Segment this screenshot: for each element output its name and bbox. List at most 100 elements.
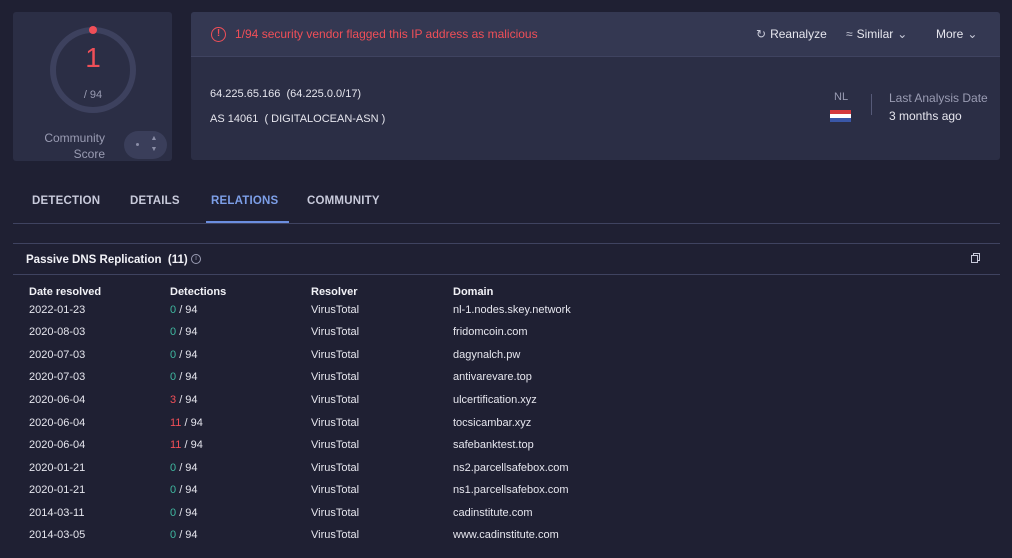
domain-link[interactable]: ns1.parcellsafebox.com xyxy=(453,484,569,496)
tab-relations[interactable]: RELATIONS xyxy=(211,195,278,207)
date-resolved-cell: 2020-06-04 xyxy=(29,439,86,451)
detections-cell: 0 / 94 xyxy=(170,507,198,519)
resolver-cell: VirusTotal xyxy=(311,529,360,541)
table-row[interactable]: 2020-01-21 0 / 94 VirusTotal ns2.parcellsaf… xyxy=(13,462,1000,484)
table-row[interactable]: 2020-06-04 11 / 94 VirusTotal tocsicambar.x… xyxy=(13,417,1000,439)
alert-text: 1/94 security vendor flagged this IP add… xyxy=(235,27,538,41)
score-card: 1 / 94 Community Score ▲ ▼ xyxy=(13,12,172,161)
active-tab-indicator xyxy=(206,221,289,223)
date-resolved-cell: 2020-06-04 xyxy=(29,417,86,429)
detections-cell: 0 / 94 xyxy=(170,304,198,316)
date-resolved-cell: 2014-03-11 xyxy=(29,507,85,519)
copy-icon[interactable] xyxy=(971,253,980,263)
vote-up-icon[interactable]: ▲ xyxy=(149,135,159,143)
community-score-label: Community Score xyxy=(44,131,105,161)
domain-link[interactable]: safebanktest.top xyxy=(453,439,534,451)
alert-banner: ! 1/94 security vendor flagged this IP a… xyxy=(191,12,1000,57)
detection-count: 0 xyxy=(170,507,177,519)
resolver-cell: VirusTotal xyxy=(311,394,360,406)
detection-total: / 94 xyxy=(184,417,203,429)
as-line: AS 14061 ( DIGITALOCEAN-ASN ) xyxy=(210,113,385,125)
table-row[interactable]: 2022-01-23 0 / 94 VirusTotal nl-1.nodes.ske… xyxy=(13,304,1000,326)
resolver-cell: VirusTotal xyxy=(311,462,360,474)
resolver-cell: VirusTotal xyxy=(311,417,360,429)
tab-details[interactable]: DETAILS xyxy=(130,195,180,207)
resolver-cell: VirusTotal xyxy=(311,304,360,316)
table-row[interactable]: 2020-07-03 0 / 94 VirusTotal dagynalch.pw xyxy=(13,349,1000,371)
community-vote-control[interactable]: ▲ ▼ xyxy=(124,131,167,159)
as-name[interactable]: ( DIGITALOCEAN-ASN ) xyxy=(264,113,385,125)
tab-bar: DETECTION DETAILS RELATIONS COMMUNITY xyxy=(13,186,1000,224)
detection-total: / 94 xyxy=(179,304,198,316)
column-header-domain: Domain xyxy=(453,286,494,298)
date-resolved-cell: 2020-06-04 xyxy=(29,394,86,406)
date-resolved-cell: 2020-07-03 xyxy=(29,371,86,383)
alert-circle-icon: ! xyxy=(211,27,226,42)
table-row[interactable]: 2020-07-03 0 / 94 VirusTotal antivarevare.t… xyxy=(13,371,1000,393)
domain-link[interactable]: www.cadinstitute.com xyxy=(453,529,559,541)
as-number[interactable]: AS 14061 xyxy=(210,113,258,125)
detection-total: / 94 xyxy=(83,89,103,101)
tab-detection[interactable]: DETECTION xyxy=(32,195,100,207)
domain-link[interactable]: fridomcoin.com xyxy=(453,326,528,338)
ip-address-line: 64.225.65.166 (64.225.0.0/17) xyxy=(210,88,361,100)
table-row[interactable]: 2020-01-21 0 / 94 VirusTotal ns1.parcellsaf… xyxy=(13,484,1000,506)
tab-community[interactable]: COMMUNITY xyxy=(307,195,380,207)
vote-down-icon[interactable]: ▼ xyxy=(149,146,159,154)
detection-count: 11 xyxy=(170,417,182,429)
country-code: NL xyxy=(834,91,849,103)
community-score-dot xyxy=(136,143,139,146)
column-header-resolver: Resolver xyxy=(311,286,358,298)
table-row[interactable]: 2014-03-11 0 / 94 VirusTotal cadinstitute.c… xyxy=(13,507,1000,529)
detection-count: 0 xyxy=(170,349,177,361)
netherlands-flag-icon xyxy=(830,110,851,122)
table-row[interactable]: 2020-06-04 11 / 94 VirusTotal safebanktest.… xyxy=(13,439,1000,461)
domain-link[interactable]: cadinstitute.com xyxy=(453,507,532,519)
detection-count: 0 xyxy=(170,326,177,338)
detection-total: / 94 xyxy=(179,529,198,541)
domain-link[interactable]: ulcertification.xyz xyxy=(453,394,537,406)
detection-total: / 94 xyxy=(179,326,198,338)
domain-link[interactable]: nl-1.nodes.skey.network xyxy=(453,304,571,316)
detection-count: 0 xyxy=(170,462,177,474)
domain-link[interactable]: antivarevare.top xyxy=(453,371,532,383)
similar-button[interactable]: ≈ Similar ⌄ xyxy=(846,27,907,41)
domain-link[interactable]: tocsicambar.xyz xyxy=(453,417,531,429)
detection-total: / 94 xyxy=(179,394,198,406)
table-row[interactable]: 2020-06-04 3 / 94 VirusTotal ulcertificatio… xyxy=(13,394,1000,416)
detection-total: / 94 xyxy=(179,484,198,496)
domain-link[interactable]: dagynalch.pw xyxy=(453,349,520,361)
date-resolved-cell: 2020-07-03 xyxy=(29,349,86,361)
detection-total: / 94 xyxy=(179,462,198,474)
date-resolved-cell: 2020-01-21 xyxy=(29,462,86,474)
date-resolved-cell: 2014-03-05 xyxy=(29,529,86,541)
domain-link[interactable]: ns2.parcellsafebox.com xyxy=(453,462,569,474)
detection-total: / 94 xyxy=(184,439,203,451)
detection-total: / 94 xyxy=(179,371,198,383)
ip-address[interactable]: 64.225.65.166 xyxy=(210,88,280,100)
last-analysis-label: Last Analysis Date xyxy=(889,91,988,105)
date-resolved-cell: 2022-01-23 xyxy=(29,304,86,316)
detections-cell: 11 / 94 xyxy=(170,439,203,451)
table-row[interactable]: 2020-08-03 0 / 94 VirusTotal fridomcoin.com xyxy=(13,326,1000,348)
table-row[interactable]: 2014-03-05 0 / 94 VirusTotal www.cadinstitu… xyxy=(13,529,1000,551)
detections-cell: 3 / 94 xyxy=(170,394,198,406)
detection-count: 11 xyxy=(170,439,182,451)
ip-summary-card: ! 1/94 security vendor flagged this IP a… xyxy=(191,12,1000,160)
section-header: Passive DNS Replication (11) i xyxy=(13,244,1000,275)
column-header-date: Date resolved xyxy=(29,286,102,298)
resolver-cell: VirusTotal xyxy=(311,484,360,496)
detection-count: 1 xyxy=(85,42,101,73)
detections-cell: 11 / 94 xyxy=(170,417,203,429)
more-button[interactable]: More ⌄ xyxy=(936,27,977,41)
date-resolved-cell: 2020-08-03 xyxy=(29,326,86,338)
ip-range[interactable]: (64.225.0.0/17) xyxy=(286,88,361,100)
detections-cell: 0 / 94 xyxy=(170,326,198,338)
resolver-cell: VirusTotal xyxy=(311,507,360,519)
detections-cell: 0 / 94 xyxy=(170,371,198,383)
reanalyze-button[interactable]: ↻ Reanalyze xyxy=(756,27,827,41)
detection-count: 3 xyxy=(170,394,177,406)
info-icon[interactable]: i xyxy=(191,254,201,264)
detections-cell: 0 / 94 xyxy=(170,462,198,474)
detections-cell: 0 / 94 xyxy=(170,349,198,361)
